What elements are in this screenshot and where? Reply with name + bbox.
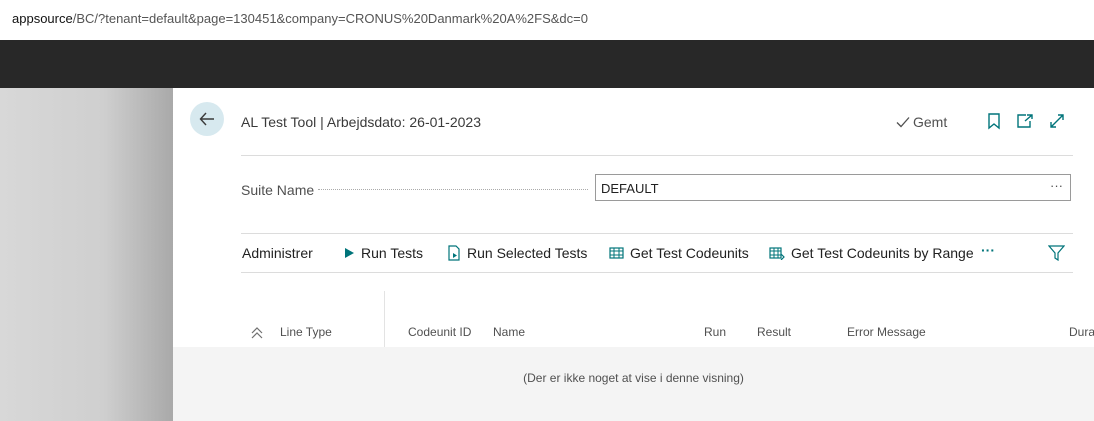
saved-status: Gemt	[896, 114, 947, 130]
column-header-name[interactable]: Name	[493, 325, 525, 339]
column-header-codeunit-id[interactable]: Codeunit ID	[408, 325, 471, 339]
more-actions-label: ···	[981, 242, 995, 258]
suite-name-label: Suite Name	[241, 182, 315, 198]
get-test-codeunits-by-range-label: Get Test Codeunits by Range	[791, 245, 974, 261]
manage-menu[interactable]: Administrer	[242, 245, 313, 261]
column-header-error-message[interactable]: Error Message	[847, 325, 926, 339]
checkmark-icon	[896, 117, 910, 128]
open-new-window-icon[interactable]	[1016, 112, 1034, 130]
page-card: AL Test Tool | Arbejdsdato: 26-01-2023 G…	[173, 88, 1094, 421]
suite-name-lookup-button[interactable]: ···	[1050, 178, 1063, 193]
get-test-codeunits-label: Get Test Codeunits	[630, 245, 749, 261]
suite-name-field[interactable]: DEFAULT ···	[595, 174, 1071, 201]
run-tests-label: Run Tests	[361, 245, 423, 261]
grid-body: (Der er ikke noget at vise i denne visni…	[173, 347, 1094, 421]
page-title: AL Test Tool | Arbejdsdato: 26-01-2023	[241, 114, 481, 130]
url-host: appsource	[12, 11, 73, 26]
column-header-line-type[interactable]: Line Type	[280, 325, 332, 339]
label-leader-dots	[318, 189, 588, 190]
suite-name-value: DEFAULT	[601, 181, 659, 196]
more-actions-button[interactable]: ···	[981, 242, 995, 258]
document-run-icon	[448, 245, 460, 261]
get-test-codeunits-button[interactable]: Get Test Codeunits	[609, 245, 749, 261]
url-text[interactable]: appsource/BC/?tenant=default&page=130451…	[12, 11, 588, 26]
column-header-duration[interactable]: Dura	[1069, 325, 1094, 339]
address-bar[interactable]: appsource/BC/?tenant=default&page=130451…	[0, 0, 1094, 41]
column-separator	[384, 291, 385, 347]
film-grid-icon	[609, 247, 624, 259]
action-bar: Administrer Run Tests Run Selected Tests…	[241, 234, 1073, 272]
expand-icon[interactable]	[1048, 112, 1066, 130]
bookmark-icon[interactable]	[985, 112, 1003, 130]
top-app-bar	[0, 40, 1094, 88]
collapse-all-icon[interactable]	[250, 326, 264, 340]
get-test-codeunits-by-range-button[interactable]: Get Test Codeunits by Range	[769, 245, 974, 261]
play-icon	[345, 248, 354, 258]
column-header-run[interactable]: Run	[704, 325, 726, 339]
empty-grid-message: (Der er ikke noget at vise i denne visni…	[523, 371, 744, 385]
background-shade	[0, 88, 173, 421]
film-grid-range-icon	[769, 247, 785, 260]
filter-icon[interactable]	[1048, 245, 1065, 261]
actionbar-bottom-divider	[241, 272, 1073, 273]
run-selected-tests-label: Run Selected Tests	[467, 245, 588, 261]
back-arrow-icon	[199, 112, 214, 126]
run-selected-tests-button[interactable]: Run Selected Tests	[447, 245, 587, 261]
saved-label: Gemt	[913, 114, 948, 130]
url-path: /BC/?tenant=default&page=130451&company=…	[72, 11, 588, 26]
column-header-result[interactable]: Result	[757, 325, 791, 339]
back-button[interactable]	[190, 102, 224, 136]
run-tests-button[interactable]: Run Tests	[343, 245, 423, 261]
header-divider	[241, 155, 1073, 156]
manage-label: Administrer	[242, 245, 313, 261]
